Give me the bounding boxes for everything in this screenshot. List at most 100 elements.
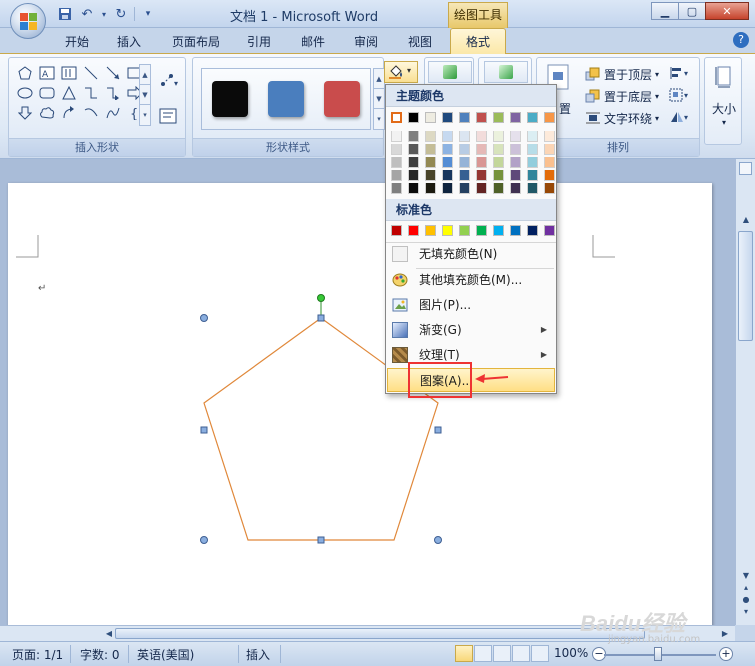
zoom-in-icon[interactable]: + <box>719 647 733 661</box>
standard-color-swatch[interactable] <box>510 225 521 236</box>
close-button[interactable]: ✕ <box>705 2 749 20</box>
styles-up-icon[interactable]: ▲ <box>374 69 384 89</box>
theme-shade-swatch[interactable] <box>408 144 419 155</box>
theme-shade-swatch[interactable] <box>476 170 487 181</box>
theme-shade-swatch[interactable] <box>459 157 470 168</box>
gallery-down-icon[interactable]: ▼ <box>140 85 150 105</box>
theme-shade-swatch[interactable] <box>527 144 538 155</box>
theme-shade-swatch[interactable] <box>476 144 487 155</box>
line-shape-icon[interactable] <box>81 64 101 82</box>
minimize-button[interactable]: ▁ <box>651 2 679 20</box>
ruler-toggle-icon[interactable] <box>739 162 752 175</box>
text-wrap-button[interactable]: 文字环绕 ▾ <box>585 109 659 127</box>
theme-shade-swatch[interactable] <box>391 183 402 194</box>
theme-shade-swatch[interactable] <box>493 183 504 194</box>
scroll-down-icon[interactable]: ▼ <box>739 571 753 583</box>
theme-shade-swatch[interactable] <box>391 144 402 155</box>
theme-shade-swatch[interactable] <box>476 183 487 194</box>
standard-color-swatch[interactable] <box>527 225 538 236</box>
theme-shade-swatch[interactable] <box>425 157 436 168</box>
standard-color-swatch[interactable] <box>544 225 555 236</box>
styles-more-icon[interactable]: ▾ <box>374 109 384 129</box>
theme-shade-swatch[interactable] <box>510 170 521 181</box>
theme-color-swatch[interactable] <box>391 112 402 123</box>
more-fill-colors-item[interactable]: 其他填充颜色(M)... <box>387 268 555 292</box>
standard-color-swatch[interactable] <box>459 225 470 236</box>
group-icon[interactable]: ▾ <box>669 88 693 102</box>
draft-view-icon[interactable] <box>531 645 549 662</box>
status-words[interactable]: 字数: 0 <box>80 646 120 663</box>
prev-page-icon[interactable]: ▴ <box>739 583 753 595</box>
down-arrow-shape-icon[interactable] <box>15 104 35 122</box>
theme-shade-swatch[interactable] <box>459 183 470 194</box>
text-box-icon[interactable]: A <box>37 64 57 82</box>
theme-color-swatch[interactable] <box>408 112 419 123</box>
gradient-fill-item[interactable]: 渐变(G) ▶ <box>387 318 555 342</box>
rotate-icon[interactable]: ▾ <box>669 110 693 124</box>
undo-icon[interactable]: ↶ <box>78 5 96 23</box>
standard-color-swatch[interactable] <box>391 225 402 236</box>
document-page[interactable]: ↵ <box>8 183 712 625</box>
gallery-up-icon[interactable]: ▲ <box>140 65 150 85</box>
shape-fill-dropdown-icon[interactable]: ▾ <box>407 66 411 75</box>
theme-shade-swatch[interactable] <box>527 183 538 194</box>
browse-object-icon[interactable]: ● <box>739 595 753 607</box>
shapes-gallery-scroll[interactable]: ▲ ▼ ▾ <box>139 64 151 126</box>
print-layout-view-icon[interactable] <box>455 645 473 662</box>
status-insert-mode[interactable]: 插入 <box>246 646 270 663</box>
cloud-shape-icon[interactable] <box>37 104 57 122</box>
tab-references[interactable]: 引用 <box>242 32 276 52</box>
theme-shade-swatch[interactable] <box>544 144 555 155</box>
shape-fill-button[interactable]: ▾ <box>384 61 418 83</box>
save-icon[interactable] <box>56 5 74 23</box>
theme-shade-swatch[interactable] <box>476 131 487 142</box>
status-page[interactable]: 页面: 1/1 <box>12 646 63 663</box>
theme-shade-swatch[interactable] <box>544 183 555 194</box>
bring-front-dropdown-icon[interactable]: ▾ <box>655 70 659 79</box>
edit-shape-icon[interactable]: ▾ <box>159 72 181 90</box>
full-screen-view-icon[interactable] <box>474 645 492 662</box>
standard-color-swatch[interactable] <box>476 225 487 236</box>
send-back-dropdown-icon[interactable]: ▾ <box>655 92 659 101</box>
theme-shade-swatch[interactable] <box>510 144 521 155</box>
triangle-shape-icon[interactable] <box>59 84 79 102</box>
theme-shade-swatch[interactable] <box>442 157 453 168</box>
theme-shade-swatch[interactable] <box>425 131 436 142</box>
outline-view-icon[interactable] <box>512 645 530 662</box>
tab-review[interactable]: 审阅 <box>349 32 383 52</box>
theme-shade-swatch[interactable] <box>408 183 419 194</box>
theme-shade-swatch[interactable] <box>493 170 504 181</box>
scroll-right-icon[interactable]: ▶ <box>718 627 732 640</box>
theme-color-swatch[interactable] <box>459 112 470 123</box>
size-button[interactable]: 大小 ▾ <box>704 57 742 145</box>
standard-color-swatch[interactable] <box>442 225 453 236</box>
theme-color-swatch[interactable] <box>442 112 453 123</box>
arrow-line-shape-icon[interactable] <box>103 64 123 82</box>
theme-shade-swatch[interactable] <box>459 170 470 181</box>
theme-color-swatch[interactable] <box>425 112 436 123</box>
elbow-connector-icon[interactable] <box>81 84 101 102</box>
vertical-scrollbar[interactable]: ▲ ▼ ▴ ● ▾ <box>735 159 755 625</box>
theme-shade-swatch[interactable] <box>544 170 555 181</box>
theme-shade-swatch[interactable] <box>442 170 453 181</box>
theme-shade-swatch[interactable] <box>510 157 521 168</box>
theme-shade-swatch[interactable] <box>476 157 487 168</box>
curve-shape-icon[interactable] <box>103 104 123 122</box>
theme-shade-swatch[interactable] <box>527 131 538 142</box>
zoom-slider-thumb[interactable] <box>654 647 662 661</box>
customize-qat-icon[interactable]: ▾ <box>139 5 157 23</box>
theme-color-swatch[interactable] <box>476 112 487 123</box>
gallery-more-icon[interactable]: ▾ <box>140 105 150 125</box>
web-layout-view-icon[interactable] <box>493 645 511 662</box>
undo-dropdown-icon[interactable]: ▾ <box>100 5 108 23</box>
maximize-button[interactable]: ▢ <box>678 2 706 20</box>
theme-shade-swatch[interactable] <box>442 144 453 155</box>
theme-shade-swatch[interactable] <box>544 157 555 168</box>
theme-shade-swatch[interactable] <box>425 170 436 181</box>
oval-shape-icon[interactable] <box>15 84 35 102</box>
theme-color-swatch[interactable] <box>493 112 504 123</box>
style-swatch-black[interactable] <box>212 81 248 117</box>
theme-shade-swatch[interactable] <box>527 170 538 181</box>
horizontal-scroll-thumb[interactable] <box>115 628 645 639</box>
vertical-text-box-icon[interactable] <box>59 64 79 82</box>
